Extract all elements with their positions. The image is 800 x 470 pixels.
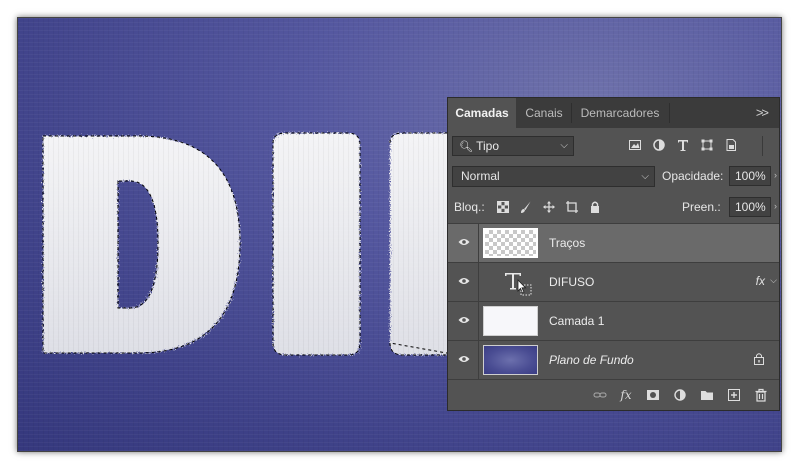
layer-thumbnail-white xyxy=(483,306,538,336)
lock-label: Bloq.: xyxy=(454,200,485,214)
folder-icon[interactable] xyxy=(700,388,714,402)
blend-mode-value: Normal xyxy=(461,169,500,183)
layer-row[interactable]: DIFUSO fx ⌵ xyxy=(448,262,779,301)
lock-transparent-pixels-icon[interactable] xyxy=(496,200,510,214)
divider xyxy=(478,341,479,379)
trash-icon[interactable] xyxy=(754,388,768,402)
divider xyxy=(762,136,763,156)
panel-tab-bar: Camadas Canais Demarcadores >> xyxy=(448,98,779,128)
chevron-down-icon: ⌵ xyxy=(641,171,649,182)
fx-icon[interactable]: fx xyxy=(619,388,633,402)
opacity-input[interactable]: 100% xyxy=(729,166,771,186)
blend-mode-select[interactable]: Normal ⌵ xyxy=(452,166,655,187)
tab-divider xyxy=(669,103,670,123)
new-layer-icon[interactable] xyxy=(727,388,741,402)
tab-channels[interactable]: Canais xyxy=(518,98,570,128)
layer-row[interactable]: Plano de Fundo xyxy=(448,340,779,379)
fill-input[interactable]: 100% xyxy=(729,197,771,217)
visibility-eye-icon[interactable] xyxy=(458,355,470,363)
lock-all-icon[interactable] xyxy=(588,200,602,214)
fill-label: Preen.: xyxy=(682,200,721,214)
divider xyxy=(478,224,479,262)
divider xyxy=(478,263,479,301)
visibility-eye-icon[interactable] xyxy=(458,277,470,285)
chevron-down-icon: ⌵ xyxy=(560,140,568,151)
lock-row: Bloq.: Preen.: 100% › xyxy=(452,197,779,221)
opacity-label: Opacidade: xyxy=(662,169,724,183)
link-icon[interactable] xyxy=(593,388,607,402)
layer-name[interactable]: DIFUSO xyxy=(549,275,594,289)
tab-layers[interactable]: Camadas xyxy=(448,98,516,128)
blend-row: Normal ⌵ Opacidade: 100% › xyxy=(452,166,779,190)
panel-menu-button[interactable]: >> xyxy=(756,105,769,120)
lock-position-icon[interactable] xyxy=(542,200,556,214)
fill-dropdown-icon[interactable]: › xyxy=(774,201,777,211)
layers-panel: Camadas Canais Demarcadores >> 🔍︎ Tipo ⌵… xyxy=(447,97,780,411)
filter-type-select[interactable]: 🔍︎ Tipo ⌵ xyxy=(452,136,574,156)
layer-name[interactable]: Camada 1 xyxy=(549,314,604,328)
layer-row[interactable]: Traços xyxy=(448,223,779,262)
text-layer-icon xyxy=(505,273,532,296)
opacity-dropdown-icon[interactable]: › xyxy=(774,170,777,180)
visibility-eye-icon[interactable] xyxy=(458,316,470,324)
adjustment-icon[interactable] xyxy=(673,388,687,402)
layer-thumbnail-background xyxy=(483,345,538,375)
lock-image-pixels-icon[interactable] xyxy=(519,200,533,214)
panel-footer: fx xyxy=(448,379,779,410)
search-icon: 🔍︎ xyxy=(459,141,473,153)
filter-pixel-icon[interactable] xyxy=(628,138,642,152)
filter-type-icon[interactable] xyxy=(676,138,690,152)
filter-shape-icon[interactable] xyxy=(700,138,714,152)
filter-type-value: Tipo xyxy=(476,139,499,153)
tab-paths[interactable]: Demarcadores xyxy=(572,98,668,128)
lock-icon[interactable] xyxy=(753,352,765,365)
filter-smart-object-icon[interactable] xyxy=(724,138,738,152)
mask-icon[interactable] xyxy=(646,388,660,402)
visibility-eye-icon[interactable] xyxy=(458,238,470,246)
filter-adjustment-icon[interactable] xyxy=(652,138,666,152)
layer-thumbnail-transparent xyxy=(483,228,538,258)
chevron-down-icon[interactable]: ⌵ xyxy=(770,275,777,286)
fx-icon[interactable]: fx xyxy=(756,274,765,288)
lock-artboard-icon[interactable] xyxy=(565,200,579,214)
layer-row[interactable]: Camada 1 xyxy=(448,301,779,340)
letter-i xyxy=(272,132,361,356)
divider xyxy=(478,302,479,340)
layer-name[interactable]: Traços xyxy=(549,236,585,250)
layer-name[interactable]: Plano de Fundo xyxy=(549,353,634,367)
letter-d xyxy=(42,135,241,354)
filter-row: 🔍︎ Tipo ⌵ xyxy=(452,136,779,158)
